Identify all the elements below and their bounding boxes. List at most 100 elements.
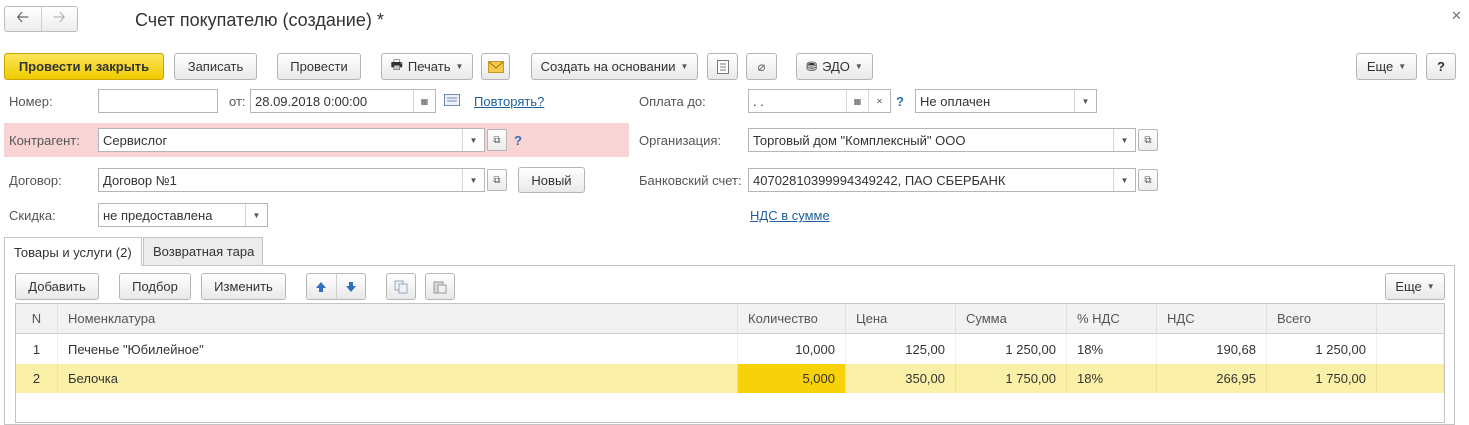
nav-buttons: 🡠 🡢 [4, 6, 78, 32]
chevron-down-icon[interactable]: ▼ [462, 169, 484, 191]
tab-returnable-packaging[interactable]: Возвратная тара [143, 237, 263, 265]
chevron-down-icon[interactable]: ▼ [245, 204, 267, 226]
edo-label: ЭДО [822, 59, 850, 74]
contract-label: Договор: [9, 173, 62, 188]
column-header[interactable]: Сумма [956, 304, 1067, 333]
row-spacer [1377, 364, 1444, 393]
row-spacer [1377, 335, 1444, 364]
contract-field[interactable]: Договор №1 ▼ [98, 168, 485, 192]
paste-icon [433, 281, 447, 293]
row-number: 1 [16, 335, 58, 364]
envelope-icon [487, 60, 504, 73]
table-more-label: Еще [1395, 279, 1422, 294]
column-header[interactable]: Количество [738, 304, 846, 333]
open-icon[interactable]: ⧉ [1138, 129, 1158, 151]
item-name[interactable]: Белочка [58, 364, 738, 393]
post-button[interactable]: Провести [277, 53, 361, 80]
add-row-button[interactable]: Добавить [15, 273, 99, 300]
total-cell[interactable]: 1 750,00 [1267, 364, 1377, 393]
chevron-down-icon: ▼ [680, 62, 689, 71]
goods-table: N Номенклатура Количество Цена Сумма % Н… [15, 303, 1445, 423]
save-button[interactable]: Записать [174, 53, 257, 80]
organization-field[interactable]: Торговый дом "Комплексный" ООО ▼ [748, 128, 1136, 152]
help-button[interactable]: ? [1426, 53, 1456, 80]
vat-rate-cell[interactable]: 18% [1067, 335, 1157, 364]
date-from-label: от: [229, 94, 246, 109]
discount-label: Скидка: [9, 208, 56, 223]
open-icon[interactable]: ⧉ [487, 169, 507, 191]
email-button[interactable] [481, 53, 510, 80]
change-button[interactable]: Изменить [201, 273, 286, 300]
printer-icon: 🖶 [390, 56, 403, 72]
vat-cell[interactable]: 190,68 [1157, 335, 1267, 364]
table-row[interactable]: 1 Печенье "Юбилейное" 10,000 125,00 1 25… [16, 335, 1444, 364]
open-icon[interactable]: ⧉ [1138, 169, 1158, 191]
chevron-down-icon[interactable]: ▼ [462, 129, 484, 151]
create-based-label: Создать на основании [540, 59, 676, 74]
sum-cell[interactable]: 1 750,00 [956, 364, 1067, 393]
bank-account-field[interactable]: 40702810399994349242, ПАО СБЕРБАНК ▼ [748, 168, 1136, 192]
price-cell[interactable]: 350,00 [846, 364, 956, 393]
column-header[interactable]: % НДС [1067, 304, 1157, 333]
print-label: Печать [407, 59, 451, 74]
calendar-icon[interactable]: ▦ [846, 90, 868, 112]
chevron-down-icon: ▼ [1426, 282, 1435, 291]
column-header-spacer [1377, 304, 1444, 333]
vat-rate-cell[interactable]: 18% [1067, 364, 1157, 393]
tab-goods-services[interactable]: Товары и услуги (2) [4, 237, 142, 266]
calendar-icon[interactable]: ▦ [413, 90, 435, 112]
item-name[interactable]: Печенье "Юбилейное" [58, 335, 738, 364]
price-cell[interactable]: 125,00 [846, 335, 956, 364]
forward-arrow-icon[interactable]: 🡢 [40, 7, 78, 31]
chevron-down-icon[interactable]: ▼ [1113, 129, 1135, 151]
create-based-on-button[interactable]: Создать на основании ▼ [531, 53, 698, 80]
column-header[interactable]: N [16, 304, 58, 333]
paste-button[interactable] [425, 273, 455, 300]
open-icon[interactable]: ⧉ [487, 129, 507, 151]
number-field[interactable] [98, 89, 218, 113]
attach-button[interactable]: ⌀ [746, 53, 777, 80]
pay-until-label: Оплата до: [639, 94, 706, 109]
move-buttons [306, 273, 366, 300]
column-header[interactable]: Цена [846, 304, 956, 333]
document-list-button[interactable] [707, 53, 738, 80]
pay-until-field[interactable]: . . ▦ ✕ [748, 89, 891, 113]
column-header[interactable]: Номенклатура [58, 304, 738, 333]
quantity-cell-active[interactable]: 5,000 [738, 364, 846, 393]
move-down-icon[interactable] [337, 274, 366, 299]
table-row-selected[interactable]: 2 Белочка 5,000 350,00 1 750,00 18% 266,… [16, 364, 1444, 393]
date-field[interactable]: 28.09.2018 0:00:00 ▦ [250, 89, 436, 113]
more-button[interactable]: Еще ▼ [1356, 53, 1417, 80]
quantity-cell[interactable]: 10,000 [738, 335, 846, 364]
payment-status-select[interactable]: Не оплачен ▼ [915, 89, 1097, 113]
total-cell[interactable]: 1 250,00 [1267, 335, 1377, 364]
sum-cell[interactable]: 1 250,00 [956, 335, 1067, 364]
clear-icon[interactable]: ✕ [868, 90, 890, 112]
table-more-button[interactable]: Еще ▼ [1385, 273, 1445, 300]
help-question-icon[interactable]: ? [896, 94, 904, 109]
post-and-close-button[interactable]: Провести и закрыть [4, 53, 164, 80]
help-question-icon[interactable]: ? [514, 133, 522, 148]
chevron-down-icon: ▼ [854, 62, 863, 71]
edo-button[interactable]: ⛃ ЭДО ▼ [796, 53, 873, 80]
column-header[interactable]: Всего [1267, 304, 1377, 333]
discount-select[interactable]: не предоставлена ▼ [98, 203, 268, 227]
column-header[interactable]: НДС [1157, 304, 1267, 333]
bank-account-label: Банковский счет: [639, 173, 742, 188]
chevron-down-icon[interactable]: ▼ [1113, 169, 1135, 191]
print-button[interactable]: 🖶 Печать ▼ [381, 53, 473, 80]
repeat-link[interactable]: Повторять? [474, 94, 544, 109]
vat-cell[interactable]: 266,95 [1157, 364, 1267, 393]
counterparty-label: Контрагент: [9, 133, 80, 148]
back-arrow-icon[interactable]: 🡠 [5, 7, 41, 31]
schedule-icon[interactable] [444, 94, 460, 106]
pick-button[interactable]: Подбор [119, 273, 191, 300]
copy-button[interactable] [386, 273, 416, 300]
close-icon[interactable]: ✕ [1451, 8, 1462, 24]
counterparty-field[interactable]: Сервислог ▼ [98, 128, 485, 152]
chevron-down-icon[interactable]: ▼ [1074, 90, 1096, 112]
vat-mode-link[interactable]: НДС в сумме [750, 208, 830, 223]
move-up-icon[interactable] [307, 274, 337, 299]
edo-icon: ⛃ [806, 58, 818, 74]
new-contract-button[interactable]: Новый [518, 167, 585, 193]
